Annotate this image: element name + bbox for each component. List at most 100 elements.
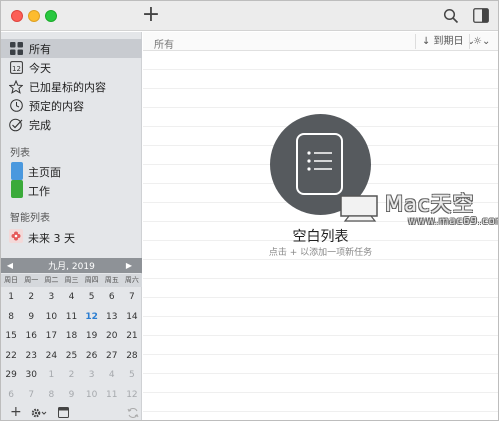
checkmark-circle-icon [9,118,23,132]
grid-icon [9,42,23,56]
list-color-swatch [11,162,23,180]
calendar-day[interactable]: 4 [61,288,81,308]
calendar-day[interactable]: 6 [1,386,21,406]
star-icon [9,79,23,94]
calendar-weekday-label: 周一 [24,276,39,284]
add-list-button[interactable]: + [10,404,22,420]
calendar-day[interactable]: 5 [82,288,102,308]
calendar-day[interactable]: 10 [82,386,102,406]
list-label: 工作 [28,185,50,198]
calendar-day[interactable]: 7 [122,288,142,308]
calendar-weekday-label: 周二 [44,276,59,284]
calendar-weekday-label: 周日 [4,276,19,284]
smart-lists-heading: 智能列表 [10,213,50,224]
calendar-day[interactable]: 8 [41,386,61,406]
clock-icon [9,99,23,113]
sidebar-item-label: 完成 [29,118,51,132]
calendar-day[interactable]: 3 [41,288,61,308]
list-label: 主页面 [28,166,61,179]
calendar-day[interactable]: 25 [61,347,81,367]
calendar-day[interactable]: 6 [102,288,122,308]
calendar-weekday-label: 周四 [84,276,99,284]
calendar-day[interactable]: 11 [102,386,122,406]
calendar-day[interactable]: 11 [61,308,81,328]
sidebar-item-all[interactable]: 所有 [1,39,142,58]
calendar-day[interactable]: 3 [82,366,102,386]
page-title: 所有 [154,40,174,51]
calendar-day[interactable]: 23 [21,347,41,367]
sidebar-item-today[interactable]: 12 今天 [1,58,142,77]
calendar-weekday-row: 周日 周一 周二 周三 周四 周五 周六 [1,274,142,287]
calendar-day[interactable]: 2 [21,288,41,308]
calendar-day[interactable]: 14 [122,308,142,328]
calendar-day[interactable]: 18 [61,327,81,347]
add-task-button[interactable]: + [141,4,161,26]
calendar-day[interactable]: 15 [1,327,21,347]
calendar-weekday-label: 周五 [104,276,119,284]
sync-icon[interactable] [127,407,139,420]
svg-text:12: 12 [12,65,21,73]
sidebar-toggle-icon[interactable] [473,8,489,23]
calendar-day-today[interactable]: 12 [82,308,102,328]
calendar-day[interactable]: 1 [1,288,21,308]
calendar-day[interactable]: 8 [1,308,21,328]
view-settings-button[interactable]: ☼⌄ [469,34,497,49]
main-header: 所有 ↓ 到期日 ⌄ ☼⌄ [143,32,498,51]
calendar-weekday-label: 周三 [64,276,79,284]
calendar-month-header: ◀ 九月, 2019 ▶ [1,258,142,273]
calendar-day[interactable]: 24 [41,347,61,367]
calendar-icon[interactable] [58,407,69,420]
calendar-day[interactable]: 19 [82,327,102,347]
calendar-day[interactable]: 17 [41,327,61,347]
calendar-weekday-label: 周六 [124,276,139,284]
sidebar-footer: + [1,404,142,420]
calendar-next-month-button[interactable]: ▶ [122,258,136,273]
watermark-monitor-icon [339,194,381,222]
gear-icon[interactable] [30,407,48,420]
calendar-week-row: 1234567 [1,288,142,308]
calendar-day[interactable]: 1 [41,366,61,386]
calendar-day[interactable]: 9 [61,386,81,406]
calendar-grid: 1 2 3 4 5 6 7 8 9 10 11 12 13 14 15 16 17 18 19 20 21 22 23 24 2… [1,288,142,405]
minimize-window-button[interactable] [28,10,40,22]
sidebar-item-completed[interactable]: 完成 [1,115,142,134]
calendar-week-row: 6 7 8 9 10 11 12 [1,386,142,406]
empty-list-title: 空白列表 [292,229,349,245]
calendar-day[interactable]: 5 [122,366,142,386]
calendar-week-row: 29 30 1 2 3 4 5 [1,366,142,386]
calendar-month-label: 九月, 2019 [48,262,95,272]
calendar-day[interactable]: 12 [122,386,142,406]
sidebar-item-label: 今天 [29,61,51,75]
smartlist-label: 未来 3 天 [28,232,75,245]
calendar-day[interactable]: 7 [21,386,41,406]
calendar-day[interactable]: 13 [102,308,122,328]
calendar-day[interactable]: 4 [102,366,122,386]
zoom-window-button[interactable] [45,10,57,22]
sidebar-item-label: 预定的内容 [29,99,84,113]
calendar-day[interactable]: 26 [82,347,102,367]
sidebar: 所有 12 今天 已加星标的内容 预定的内容 完成 列表 主页面 工作 智能列表… [1,32,142,420]
close-window-button[interactable] [11,10,23,22]
sidebar-item-scheduled[interactable]: 预定的内容 [1,96,142,115]
sidebar-item-label: 已加星标的内容 [29,80,106,94]
calendar-prev-month-button[interactable]: ◀ [3,258,17,273]
sort-by-due-date-button[interactable]: ↓ 到期日 ⌄ [415,34,475,49]
calendar-day[interactable]: 27 [102,347,122,367]
sidebar-item-starred[interactable]: 已加星标的内容 [1,77,142,96]
app-window: + 所有 12 今天 已加星标的内容 预定的内容 完成 列表 主页面 工作 智能… [0,0,499,421]
calendar-day[interactable]: 20 [102,327,122,347]
search-icon[interactable] [443,8,459,24]
calendar-day[interactable]: 9 [21,308,41,328]
calendar-day[interactable]: 30 [21,366,41,386]
calendar-day[interactable]: 2 [61,366,81,386]
calendar-day[interactable]: 22 [1,347,21,367]
calendar-day[interactable]: 28 [122,347,142,367]
list-color-swatch [11,180,23,198]
calendar-day[interactable]: 10 [41,308,61,328]
calendar-day[interactable]: 16 [21,327,41,347]
calendar-day[interactable]: 29 [1,366,21,386]
title-bar: + [1,1,498,31]
lists-heading: 列表 [10,148,30,159]
watermark-text: Mac天空 [385,192,475,216]
calendar-day[interactable]: 21 [122,327,142,347]
